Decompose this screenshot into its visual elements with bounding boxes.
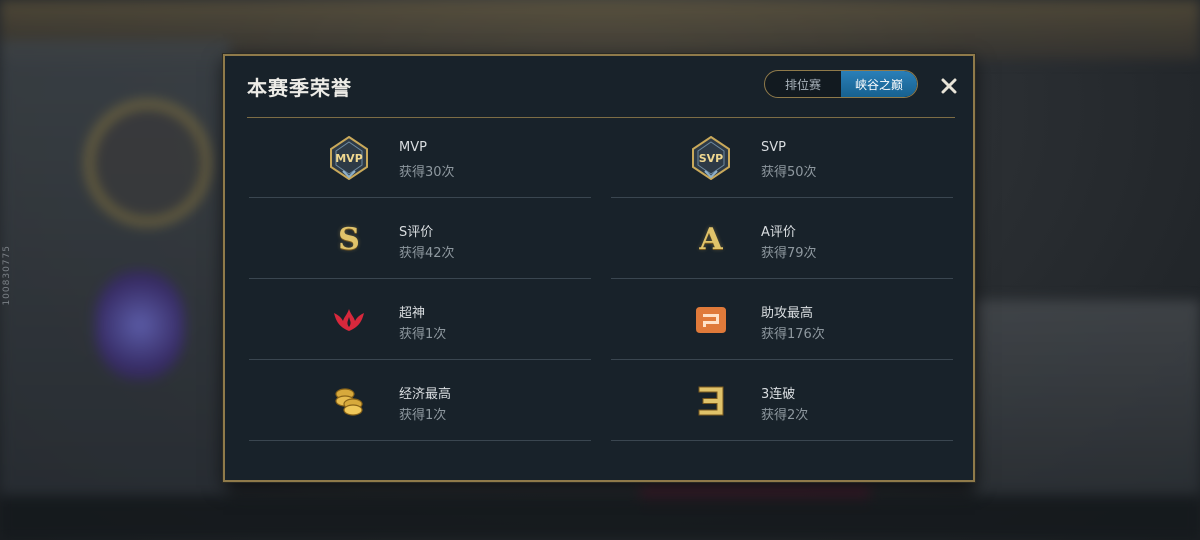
tab-ranked[interactable]: 排位赛 <box>765 71 841 97</box>
most-assists-icon <box>691 298 731 342</box>
honor-count: 获得2次 <box>761 408 809 423</box>
mvp-badge-icon: MVP <box>329 136 369 180</box>
honor-name: 超神 <box>399 306 426 321</box>
dialog-title: 本赛季荣誉 <box>247 76 352 100</box>
svg-text:MVP: MVP <box>335 152 363 165</box>
honor-item: SVP SVP 获得50次 <box>611 118 953 198</box>
bg-right-panel <box>975 300 1200 500</box>
bg-bottom-bar <box>0 495 1200 540</box>
side-id-text: 100830775 <box>2 245 12 306</box>
honor-name: 3连破 <box>761 387 796 402</box>
honor-count: 获得30次 <box>399 165 455 180</box>
a-rating-icon: A <box>699 221 723 257</box>
svg-text:SVP: SVP <box>699 152 724 165</box>
honor-name: MVP <box>399 140 427 155</box>
season-honors-dialog: 本赛季荣誉 排位赛 峡谷之巅 MVP MVP 获得30次 SVP SVP 获得5… <box>223 54 975 482</box>
honor-name: SVP <box>761 140 786 155</box>
close-icon <box>941 78 957 94</box>
bg-rank-badge <box>85 100 211 226</box>
honor-item: 经济最高 获得1次 <box>249 361 591 441</box>
honor-count: 获得1次 <box>399 408 447 423</box>
honor-name: 助攻最高 <box>761 306 814 321</box>
honor-count: 获得42次 <box>399 246 455 261</box>
honor-count: 获得50次 <box>761 165 817 180</box>
honor-item: S S评价 获得42次 <box>249 199 591 279</box>
honors-grid: MVP MVP 获得30次 SVP SVP 获得50次 S S评价 获得42次 … <box>249 118 953 442</box>
svp-badge-icon: SVP <box>691 136 731 180</box>
close-button[interactable] <box>938 75 960 97</box>
bg-orb <box>95 270 185 380</box>
honor-item: MVP MVP 获得30次 <box>249 118 591 198</box>
coins-icon <box>329 379 369 423</box>
legendary-icon <box>329 298 369 342</box>
honor-item: 超神 获得1次 <box>249 280 591 360</box>
honor-name: A评价 <box>761 225 796 240</box>
s-rating-icon: S <box>338 221 360 257</box>
honor-name: 经济最高 <box>399 387 452 402</box>
honor-item: 3连破 获得2次 <box>611 361 953 441</box>
mode-tab-switch: 排位赛 峡谷之巅 <box>764 70 918 98</box>
honor-item: 助攻最高 获得176次 <box>611 280 953 360</box>
tab-peak[interactable]: 峡谷之巅 <box>841 71 917 97</box>
honor-count: 获得176次 <box>761 327 825 342</box>
honor-item: A A评价 获得79次 <box>611 199 953 279</box>
honor-count: 获得1次 <box>399 327 447 342</box>
honor-count: 获得79次 <box>761 246 817 261</box>
honor-name: S评价 <box>399 225 434 240</box>
triple-kill-icon <box>691 379 731 423</box>
